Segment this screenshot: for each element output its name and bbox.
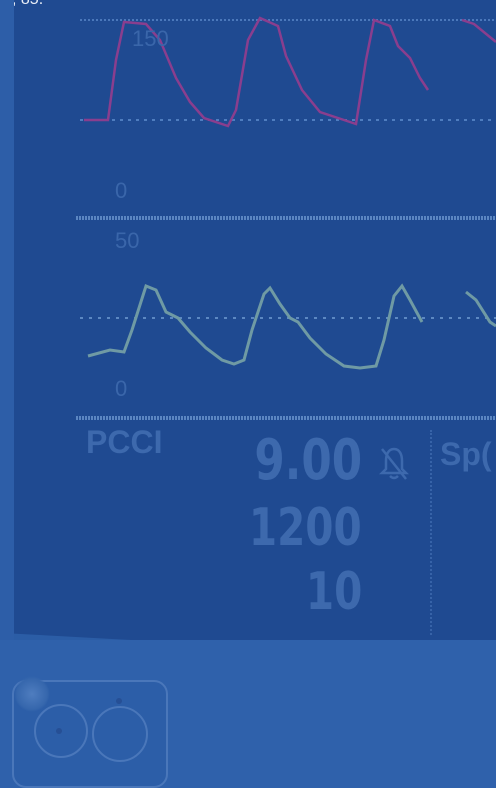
pcci-label: PCCI bbox=[86, 424, 163, 460]
waveform-area bbox=[76, 16, 496, 420]
indicator-light bbox=[14, 676, 50, 712]
cvp-wave bbox=[87, 283, 424, 370]
right-knob[interactable] bbox=[92, 706, 148, 762]
pcci-value: 9.00 bbox=[254, 428, 362, 493]
panel-divider-vertical bbox=[430, 430, 432, 635]
pressure-scale-bottom: 0 bbox=[115, 178, 128, 203]
third-value: 10 bbox=[305, 562, 362, 622]
cvp-wave-tail bbox=[465, 290, 496, 328]
bell-off-icon bbox=[378, 447, 410, 480]
pressure-scale-top: 150 bbox=[132, 26, 169, 51]
arterial-pressure-wave-tail bbox=[461, 18, 496, 43]
spo2-label: Sp( bbox=[440, 436, 492, 472]
right-knob-dot bbox=[116, 698, 122, 704]
cvp-scale-top: 50 bbox=[115, 228, 140, 253]
cvp-scale-bottom: 0 bbox=[115, 376, 128, 401]
left-knob-dot bbox=[56, 728, 62, 734]
co-value: 1200 bbox=[249, 498, 362, 558]
